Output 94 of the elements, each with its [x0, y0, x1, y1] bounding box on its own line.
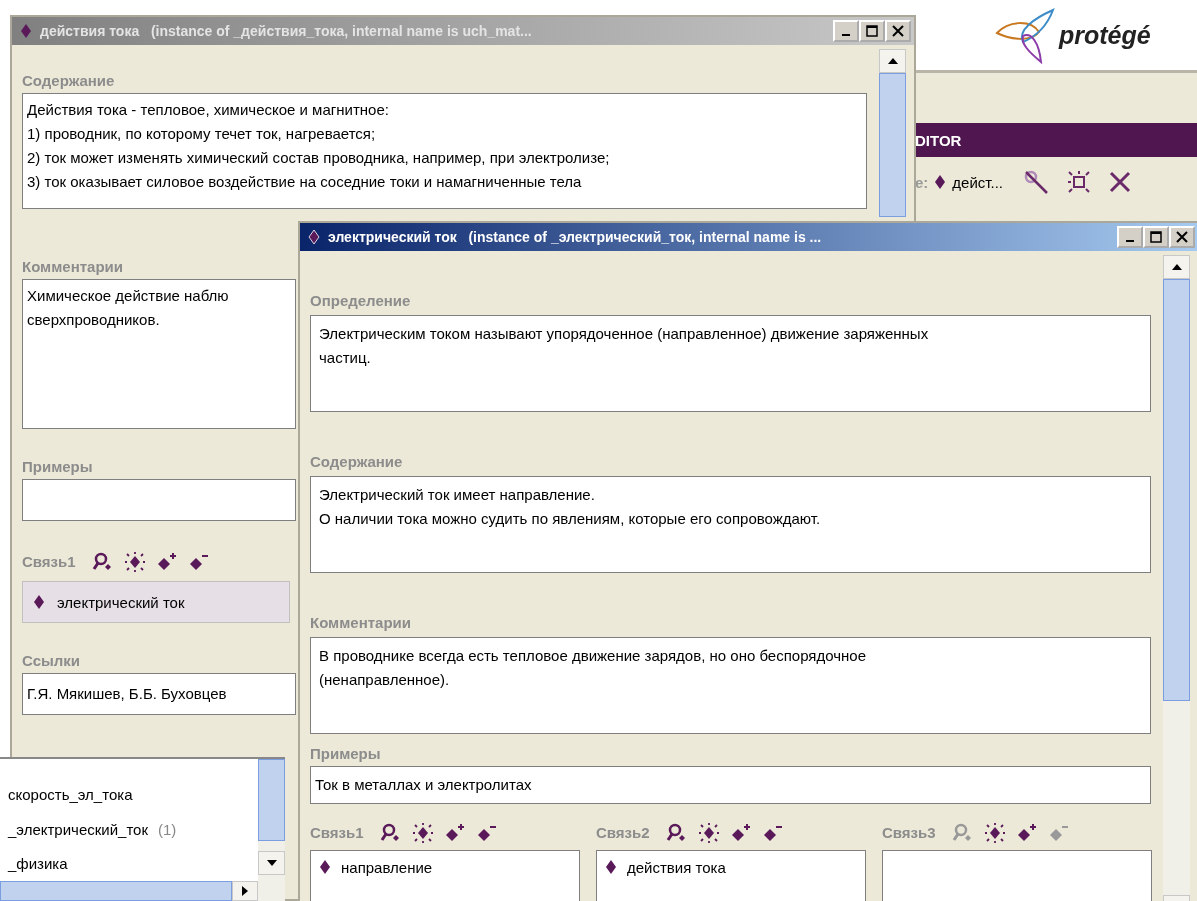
maximize-button[interactable] — [859, 20, 885, 42]
maximize-button[interactable] — [1143, 226, 1169, 248]
scroll-down-button[interactable] — [258, 851, 285, 875]
scroll-thumb[interactable] — [258, 759, 285, 841]
scroll-right-button[interactable] — [232, 881, 258, 901]
crossed-magnifier-icon[interactable] — [1023, 169, 1050, 195]
minimize-icon — [1126, 240, 1134, 242]
dashed-square-icon[interactable] — [1067, 170, 1092, 194]
field-label: Примеры — [22, 457, 93, 477]
instance-item[interactable]: действия тока — [601, 855, 730, 879]
text-line: Электрическим током называют упорядоченное (направленное) движение заряженных — [319, 324, 929, 344]
text-area[interactable]: В проводнике всегда есть тепловое движение зарядов, но оно беспорядочное (ненаправленное). — [310, 637, 1151, 734]
instance-count: (1) — [158, 820, 177, 838]
logo-icon — [995, 6, 1057, 64]
field-label: Примеры — [310, 744, 381, 764]
diamond-icon — [319, 859, 331, 875]
window-title: действия тока (instance of _действия_тока, internal name is uch_mat... — [40, 23, 533, 39]
scroll-up-button[interactable] — [1163, 255, 1190, 279]
minimize-button[interactable] — [833, 20, 859, 42]
text-line: Действия тока - тепловое, химическое и магнитное: — [27, 100, 389, 120]
up-arrow-icon — [1171, 264, 1182, 270]
sparkle-icon[interactable] — [983, 822, 1006, 844]
minimize-button[interactable] — [1117, 226, 1143, 248]
close-icon — [892, 25, 904, 37]
field-label: Содержание — [22, 71, 115, 91]
text-line: сверхпроводников. — [27, 310, 160, 330]
instance-name: действия тока — [627, 858, 726, 876]
close-button[interactable] — [885, 20, 911, 42]
text-area[interactable]: Электрический ток имеет направление. О наличии тока можно судить по явлениям, которые его сопровождают. — [310, 476, 1151, 573]
delete-icon[interactable] — [1109, 171, 1132, 193]
maximize-icon — [866, 25, 878, 37]
scroll-up-button[interactable] — [879, 49, 906, 73]
text-area[interactable] — [22, 93, 867, 209]
down-arrow-icon — [266, 860, 277, 866]
instance-name: направление — [341, 858, 433, 876]
field-label: e: — [915, 173, 929, 191]
class-item[interactable]: скорость_эл_тока — [0, 777, 258, 812]
field-label: Комментарии — [22, 257, 123, 277]
sparkle-icon[interactable] — [697, 822, 720, 844]
text-area[interactable]: Химическое действие наблю сверхпроводников. — [22, 279, 296, 429]
diamond-icon — [20, 23, 32, 39]
text-line: О наличии тока можно судить по явлениям, которые его сопровождают. — [319, 509, 821, 529]
field-label: Связь1 — [310, 823, 364, 843]
window-title: электрический ток (instance of _электрический_ток, internal name is ... — [328, 229, 823, 245]
class-item[interactable]: _электрический_ток (1) — [0, 811, 258, 847]
up-arrow-icon — [887, 58, 898, 64]
minimize-icon — [842, 34, 850, 36]
logo-text: protégé — [1059, 20, 1151, 50]
diamond-icon — [33, 594, 45, 610]
text-line: Электрический ток имеет направление. — [319, 485, 595, 505]
field-label: Ссылки — [22, 651, 81, 671]
scroll-thumb[interactable] — [1163, 279, 1190, 701]
class-name: _электрический_ток — [8, 820, 148, 838]
diamond-icon — [308, 229, 320, 245]
instance-item[interactable]: электрический ток — [22, 581, 290, 623]
field-value: Г.Я. Мякишев, Б.Б. Буховцев — [27, 684, 227, 704]
diamond-icon — [934, 174, 947, 190]
text-line: 3) ток оказывает силовое воздействие на соседние токи и намагниченные тела — [27, 172, 582, 192]
text-area[interactable]: Электрическим током называют упорядоченное (направленное) движение заряженных частиц. — [310, 315, 1151, 412]
class-name: скорость_эл_тока — [8, 785, 133, 803]
text-field[interactable]: Г.Я. Мякишев, Б.Б. Буховцев — [22, 673, 296, 715]
sparkle-icon[interactable] — [411, 822, 434, 844]
right-arrow-icon — [242, 886, 248, 896]
magnifier-icon[interactable] — [91, 551, 114, 573]
field-label: Определение — [310, 291, 411, 311]
class-item[interactable]: _физика — [0, 846, 258, 881]
instance-name: электрический ток — [57, 593, 185, 611]
text-field[interactable] — [22, 479, 296, 521]
text-line: частиц. — [319, 348, 371, 368]
text-line: (ненаправленное). — [319, 670, 450, 690]
field-label: Содержание — [310, 452, 403, 472]
class-name: _физика — [8, 855, 68, 873]
magnifier-icon[interactable] — [379, 822, 402, 844]
text-line: 2) ток может изменять химический состав проводника, например, при электролизе; — [27, 148, 610, 168]
editor-title: DITOR — [915, 131, 962, 149]
field-label: Связь2 — [596, 823, 650, 843]
text-line: Химическое действие наблю — [27, 286, 229, 306]
field-label: Связь3 — [882, 823, 936, 843]
text-field[interactable]: Ток в металлах и электролитах — [310, 766, 1151, 804]
scrollbar[interactable] — [1163, 255, 1190, 901]
field-label: Связь1 — [22, 552, 76, 572]
diamond-icon — [605, 859, 617, 875]
close-button[interactable] — [1169, 226, 1195, 248]
scrollbar[interactable] — [258, 759, 285, 901]
text-line: В проводнике всегда есть тепловое движение зарядов, но оно беспорядочное — [319, 646, 866, 666]
instance-item[interactable]: направление — [315, 855, 437, 879]
magnifier-icon[interactable] — [665, 822, 688, 844]
instance-name[interactable]: дейст... — [952, 173, 1004, 191]
close-icon — [1176, 231, 1188, 243]
maximize-icon — [1150, 231, 1162, 243]
field-label: Комментарии — [310, 613, 411, 633]
field-value: Ток в металлах и электролитах — [315, 775, 532, 795]
text-line: 1) проводник, по которому течет ток, нагревается; — [27, 124, 376, 144]
sparkle-icon[interactable] — [123, 551, 146, 573]
